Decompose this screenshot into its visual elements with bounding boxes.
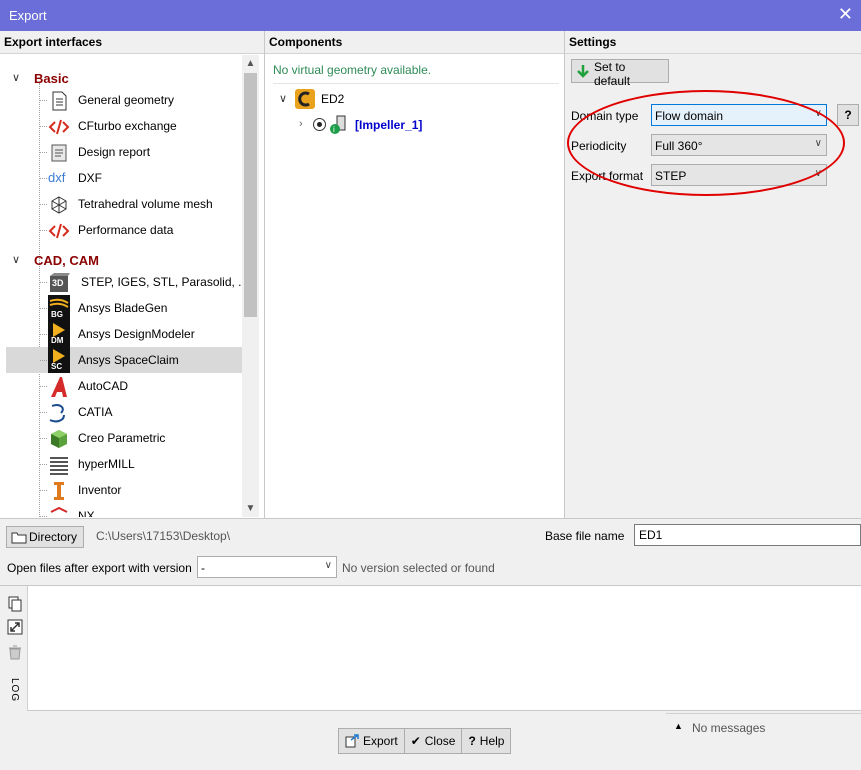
item-design-report[interactable]: Design report — [6, 139, 242, 165]
item-tetrahedral-volume-mesh[interactable]: Tetrahedral volume mesh — [6, 191, 242, 217]
scroll-up-icon[interactable]: ▲ — [242, 55, 259, 72]
chevron-down-icon: ∨ — [814, 108, 822, 119]
no-messages-text: No messages — [692, 721, 766, 735]
export-format-select[interactable]: STEP ∨ — [651, 164, 827, 186]
cfturbo-logo-icon — [295, 89, 315, 109]
settings-panel: Settings Set to default Domain type Flow… — [565, 31, 861, 518]
document-icon — [52, 91, 67, 111]
directory-button[interactable]: Directory — [6, 526, 84, 548]
log-label: LOG — [9, 678, 20, 703]
components-panel: Components No virtual geometry available… — [265, 31, 565, 518]
help-button[interactable]: ? — [837, 104, 859, 126]
folder-icon — [11, 532, 27, 544]
item-general-geometry[interactable]: General geometry — [6, 87, 242, 113]
set-to-default-button[interactable]: Set to default — [571, 59, 669, 88]
scroll-down-icon[interactable]: ▼ — [242, 500, 259, 517]
collapse-cad-cam-icon[interactable]: ∨ — [12, 253, 26, 266]
expand-impeller-icon[interactable]: › — [299, 118, 303, 130]
tree-scrollbar[interactable]: ▲ ▼ — [242, 55, 259, 517]
report-icon — [51, 144, 67, 162]
check-icon: ✔ — [410, 734, 421, 748]
clear-log-icon[interactable] — [7, 644, 23, 660]
messages-status: ▲ No messages — [666, 713, 861, 741]
autocad-icon — [51, 377, 67, 397]
item-ansys-bladegen[interactable]: BG Ansys BladeGen — [6, 295, 242, 321]
item-nx[interactable]: NX — [6, 503, 242, 517]
catia-icon — [49, 404, 65, 423]
item-ansys-spaceclaim[interactable]: SC Ansys SpaceClaim — [6, 347, 242, 373]
mesh-icon — [51, 196, 67, 214]
export-interfaces-header: Export interfaces — [0, 31, 264, 54]
dialog-footer: ▲ No messages Export ✔ Close ? Help — [0, 711, 861, 770]
item-hypermill[interactable]: hyperMILL — [6, 451, 242, 477]
domain-type-label: Domain type — [571, 109, 639, 123]
directory-path: C:\Users\17153\Desktop\ — [96, 529, 231, 543]
export-interfaces-panel: Export interfaces ∨ Basic General geomet… — [0, 31, 265, 518]
version-select[interactable]: - ∨ — [197, 556, 337, 578]
impeller-radio[interactable] — [313, 118, 326, 131]
item-performance-data[interactable]: Performance data — [6, 217, 242, 243]
version-status: No version selected or found — [342, 561, 495, 575]
window-title: Export — [9, 8, 47, 23]
question-icon: ? — [468, 734, 476, 748]
item-ansys-designmodeler[interactable]: DM Ansys DesignModeler — [6, 321, 242, 347]
collapse-basic-icon[interactable]: ∨ — [12, 71, 26, 84]
ansys-bladegen-icon: BG — [48, 295, 70, 321]
ansys-spaceclaim-icon: SC — [48, 347, 70, 373]
code-icon — [48, 119, 70, 135]
svg-text:i: i — [333, 125, 335, 134]
components-header: Components — [265, 31, 564, 54]
impeller-icon: i — [330, 115, 346, 134]
chevron-down-icon: ∨ — [814, 138, 822, 149]
copy-icon[interactable] — [7, 596, 23, 612]
title-bar: Export ✕ — [0, 0, 861, 31]
footer-buttons: Export ✔ Close ? Help — [338, 728, 512, 754]
item-creo-parametric[interactable]: Creo Parametric — [6, 425, 242, 451]
export-icon — [345, 734, 359, 748]
item-cfturbo-exchange[interactable]: CFturbo exchange — [6, 113, 242, 139]
expand-icon[interactable] — [7, 619, 23, 635]
base-file-name-input[interactable]: ED1 — [634, 524, 861, 546]
scroll-thumb[interactable] — [244, 73, 257, 317]
log-toolbar: LOG — [0, 586, 28, 712]
ansys-designmodeler-icon: DM — [48, 321, 70, 347]
item-autocad[interactable]: AutoCAD — [6, 373, 242, 399]
output-options: Directory C:\Users\17153\Desktop\ Base f… — [0, 518, 861, 584]
periodicity-select[interactable]: Full 360° ∨ — [651, 134, 827, 156]
hypermill-icon — [50, 457, 68, 475]
chevron-down-icon: ∨ — [814, 168, 822, 179]
help-footer-button[interactable]: ? Help — [462, 729, 510, 753]
periodicity-label: Periodicity — [571, 139, 627, 153]
item-catia[interactable]: CATIA — [6, 399, 242, 425]
item-step-iges-stl[interactable]: 3D STEP, IGES, STL, Parasolid, ... — [6, 269, 242, 295]
no-virtual-geometry-message: No virtual geometry available. — [273, 63, 559, 84]
chevron-down-icon: ∨ — [324, 560, 332, 571]
nx-icon — [50, 506, 68, 513]
domain-type-select[interactable]: Flow domain ∨ — [651, 104, 827, 126]
collapse-ed2-icon[interactable]: ∨ — [279, 92, 287, 105]
export-format-label: Export format — [571, 169, 644, 183]
creo-icon — [51, 430, 67, 448]
arrow-down-icon — [577, 65, 589, 78]
item-dxf[interactable]: dxf DXF — [6, 165, 242, 191]
open-files-label: Open files after export with version — [7, 561, 192, 575]
dxf-icon: dxf — [48, 170, 66, 185]
export-interfaces-tree: ∨ Basic General geometry CFturbo exchang… — [0, 55, 242, 517]
base-file-name-label: Base file name — [545, 529, 625, 543]
category-basic[interactable]: ∨ Basic — [12, 69, 69, 89]
close-button[interactable]: ✔ Close — [405, 729, 463, 753]
item-inventor[interactable]: Inventor — [6, 477, 242, 503]
inventor-icon — [54, 482, 64, 500]
category-cad-cam[interactable]: ∨ CAD, CAM — [12, 251, 99, 271]
log-panel: LOG — [0, 585, 861, 712]
code-icon — [48, 223, 70, 239]
settings-header: Settings — [565, 31, 861, 54]
export-button[interactable]: Export — [339, 729, 405, 753]
messages-expand-icon[interactable]: ▲ — [674, 721, 683, 731]
close-window-button[interactable]: ✕ — [838, 4, 853, 24]
